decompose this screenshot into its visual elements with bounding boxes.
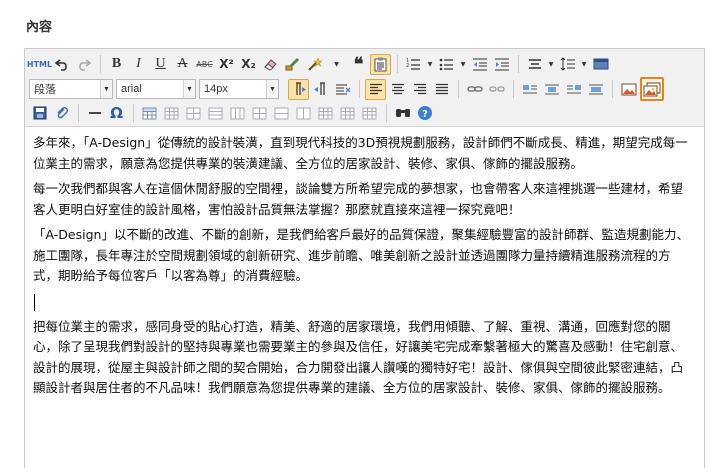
content-paragraph: 把每位業主的需求，感同身受的貼心打造，精美、舒適的居家環境，我們用傾聽、了解、重…: [33, 318, 684, 396]
strikethrough-button[interactable]: A: [172, 54, 193, 75]
strike-abc-button[interactable]: ABC: [194, 54, 215, 75]
toolbar-separator: [386, 104, 387, 122]
clear-format-icon[interactable]: [332, 79, 353, 100]
align-center-icon[interactable]: [387, 79, 408, 100]
editor-toolbar: HTML B I U A ABC X² X₂ ▼ ❝ 1 2 ▼ ▼ ▼ ▼ 段…: [25, 49, 704, 127]
dropdown-arrow-icon[interactable]: ▼: [425, 54, 435, 75]
save-icon[interactable]: [29, 103, 50, 124]
dropdown-arrow-icon[interactable]: ▼: [458, 54, 468, 75]
unordered-list-icon[interactable]: [436, 54, 457, 75]
table-props-icon[interactable]: [161, 103, 182, 124]
paragraph-spacing-icon[interactable]: [557, 54, 578, 75]
split-cells-icon[interactable]: [293, 103, 314, 124]
toolbar-separator: [397, 55, 398, 73]
find-replace-icon[interactable]: [392, 103, 413, 124]
ordered-list-icon[interactable]: 12: [403, 54, 424, 75]
toolbar-row-2: 段落 ▼ arial ▼ 14px ▼: [29, 77, 665, 101]
image-center-icon[interactable]: [585, 79, 606, 100]
image-left-icon[interactable]: [519, 79, 540, 100]
html-source-button[interactable]: HTML: [27, 54, 52, 75]
chevron-down-icon: ▼: [266, 80, 278, 98]
toolbar-separator: [78, 104, 79, 122]
indent-icon[interactable]: [491, 54, 512, 75]
insert-table-icon[interactable]: [139, 103, 160, 124]
font-size-select[interactable]: 14px ▼: [199, 79, 279, 99]
outdent-icon[interactable]: [469, 54, 490, 75]
align-justify-icon[interactable]: [431, 79, 452, 100]
content-paragraph: 「A-Design」以不斷的改進、不斷的創新，是我們給客戶最好的品質保證，聚集經…: [33, 227, 689, 283]
delete-col-icon[interactable]: [249, 103, 270, 124]
toolbar-separator: [133, 104, 134, 122]
svg-text:2: 2: [406, 63, 409, 69]
toolbar-separator: [518, 55, 519, 73]
line-height-icon[interactable]: [524, 54, 545, 75]
align-right-icon[interactable]: [409, 79, 430, 100]
content-paragraph: 多年來，「A-Design」從傳統的設計裝潢，直到現代科技的3D預視規劃服務，設…: [33, 135, 688, 171]
attachment-icon[interactable]: [51, 103, 72, 124]
undo-icon[interactable]: [51, 54, 72, 75]
delete-table-icon[interactable]: [359, 103, 380, 124]
text-caret: [34, 293, 35, 311]
delete-row-icon[interactable]: [205, 103, 226, 124]
bold-button[interactable]: B: [106, 54, 127, 75]
content-field-label: 內容: [26, 20, 53, 35]
insert-col-icon[interactable]: [227, 103, 248, 124]
subscript-button[interactable]: X₂: [238, 54, 259, 75]
redo-icon[interactable]: [73, 54, 94, 75]
toolbar-separator: [359, 80, 360, 98]
image-right-icon[interactable]: [563, 79, 584, 100]
insert-image-icon[interactable]: [618, 79, 639, 100]
font-size-value: 14px: [204, 83, 228, 95]
ltr-direction-icon[interactable]: [288, 78, 309, 100]
paragraph-format-value: 段落: [34, 84, 56, 96]
chevron-down-icon: ▼: [100, 80, 112, 98]
paragraph-format-select[interactable]: 段落 ▼: [29, 79, 113, 99]
toolbar-separator: [513, 80, 514, 98]
underline-button[interactable]: U: [150, 54, 171, 75]
magic-wand-icon[interactable]: [304, 54, 325, 75]
italic-button[interactable]: I: [128, 54, 149, 75]
toolbar-row-3: Ω ?: [29, 101, 436, 125]
dropdown-arrow-icon[interactable]: ▼: [579, 54, 589, 75]
dropdown-arrow-icon[interactable]: ▼: [546, 54, 556, 75]
fullscreen-icon[interactable]: [590, 54, 611, 75]
blockquote-icon[interactable]: ❝: [348, 54, 369, 75]
table-cell-icon[interactable]: [337, 103, 358, 124]
image-inline-icon[interactable]: [541, 79, 562, 100]
rich-text-editor: HTML B I U A ABC X² X₂ ▼ ❝ 1 2 ▼ ▼ ▼ ▼ 段…: [24, 48, 705, 468]
toolbar-separator: [458, 80, 459, 98]
empty-line: [33, 292, 693, 312]
special-char-button[interactable]: Ω: [106, 103, 127, 124]
table-header-icon[interactable]: [315, 103, 336, 124]
help-icon[interactable]: ?: [414, 103, 435, 124]
svg-text:?: ?: [422, 109, 428, 120]
superscript-button[interactable]: X²: [216, 54, 237, 75]
editor-content-area[interactable]: 多年來，「A-Design」從傳統的設計裝潢，直到現代科技的3D預視規劃服務，設…: [33, 133, 693, 404]
merge-cells-icon[interactable]: [271, 103, 292, 124]
unlink-icon[interactable]: [486, 79, 507, 100]
toolbar-row-1: HTML B I U A ABC X² X₂ ▼ ❝ 1 2 ▼ ▼ ▼ ▼: [27, 52, 612, 76]
font-family-select[interactable]: arial ▼: [116, 79, 196, 99]
link-icon[interactable]: [464, 79, 485, 100]
horizontal-rule-icon[interactable]: [84, 103, 105, 124]
eraser-icon[interactable]: [260, 54, 281, 75]
insert-row-icon[interactable]: [183, 103, 204, 124]
rtl-direction-icon[interactable]: [310, 79, 331, 100]
toolbar-separator: [612, 80, 613, 98]
content-paragraph: 每一次我們都與客人在這個休閒舒服的空間裡，談論雙方所希望完成的夢想家，也會帶客人…: [33, 181, 684, 217]
align-left-icon[interactable]: [365, 78, 386, 100]
paste-text-icon[interactable]: [370, 53, 391, 75]
chevron-down-icon: ▼: [183, 80, 195, 98]
dropdown-arrow-icon[interactable]: ▼: [326, 54, 347, 75]
format-painter-icon[interactable]: [282, 54, 303, 75]
toolbar-separator: [100, 55, 101, 73]
font-family-value: arial: [121, 83, 142, 95]
insert-multi-image-icon[interactable]: [640, 77, 664, 101]
